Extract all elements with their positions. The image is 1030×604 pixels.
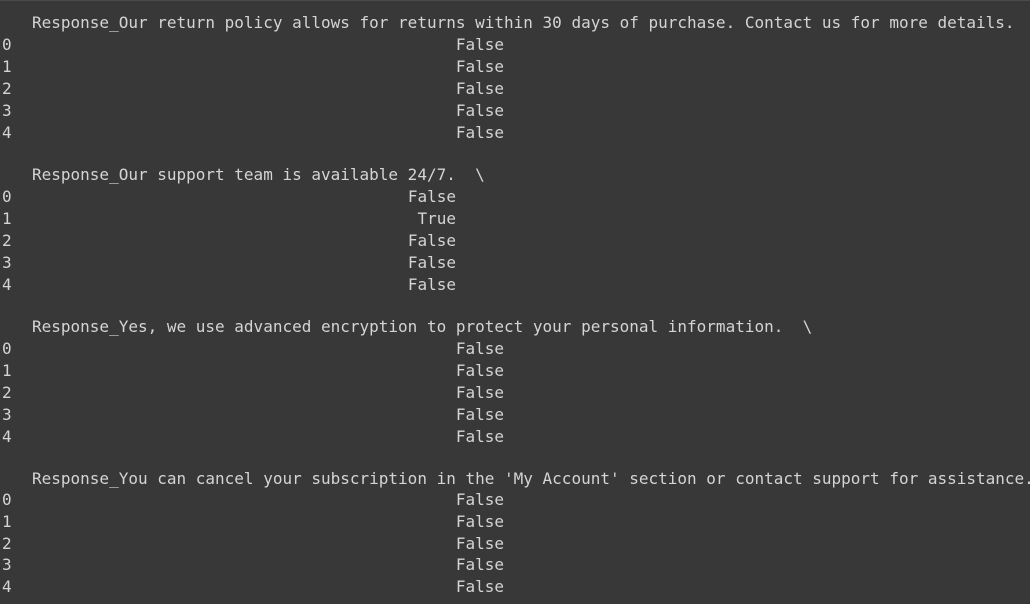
row-value: False: [407, 253, 456, 272]
row-index: 4: [2, 123, 12, 142]
row-index: 2: [2, 231, 12, 250]
row-index: 3: [2, 555, 12, 574]
row-value: False: [407, 275, 456, 294]
row-value: False: [455, 555, 504, 574]
row-value: False: [407, 187, 456, 206]
row-index: 3: [2, 405, 12, 424]
row-value: False: [455, 123, 504, 142]
row-value: False: [455, 405, 504, 424]
row-index: 0: [2, 339, 12, 358]
column-header: Response_You can cancel your subscriptio…: [32, 469, 1030, 488]
row-value: False: [455, 57, 504, 76]
row-value: False: [455, 79, 504, 98]
row-index: 1: [2, 361, 12, 380]
row-value: True: [417, 209, 456, 228]
row-value: False: [455, 383, 504, 402]
column-header: Response_Our return policy allows for re…: [32, 13, 1015, 32]
column-header: Response_Our support team is available 2…: [32, 165, 485, 184]
row-index: 3: [2, 253, 12, 272]
row-value: False: [455, 339, 504, 358]
row-index: 1: [2, 512, 12, 531]
row-index: 0: [2, 187, 12, 206]
row-value: False: [455, 361, 504, 380]
row-value: False: [455, 512, 504, 531]
row-index: 0: [2, 35, 12, 54]
column-header: Response_Yes, we use advanced encryption…: [32, 317, 813, 336]
row-index: 2: [2, 534, 12, 553]
row-value: False: [407, 231, 456, 250]
row-index: 4: [2, 427, 12, 446]
row-index: 0: [2, 490, 12, 509]
row-index: 1: [2, 209, 12, 228]
row-value: False: [455, 35, 504, 54]
row-index: 1: [2, 57, 12, 76]
row-value: False: [455, 427, 504, 446]
row-value: False: [455, 534, 504, 553]
cell-output-area[interactable]: Response_Our return policy allows for re…: [0, 0, 1030, 604]
row-value: False: [455, 490, 504, 509]
row-index: 2: [2, 383, 12, 402]
row-index: 3: [2, 101, 12, 120]
row-value: False: [455, 577, 504, 596]
row-index: 4: [2, 275, 12, 294]
row-index: 4: [2, 577, 12, 596]
row-value: False: [455, 101, 504, 120]
row-index: 2: [2, 79, 12, 98]
